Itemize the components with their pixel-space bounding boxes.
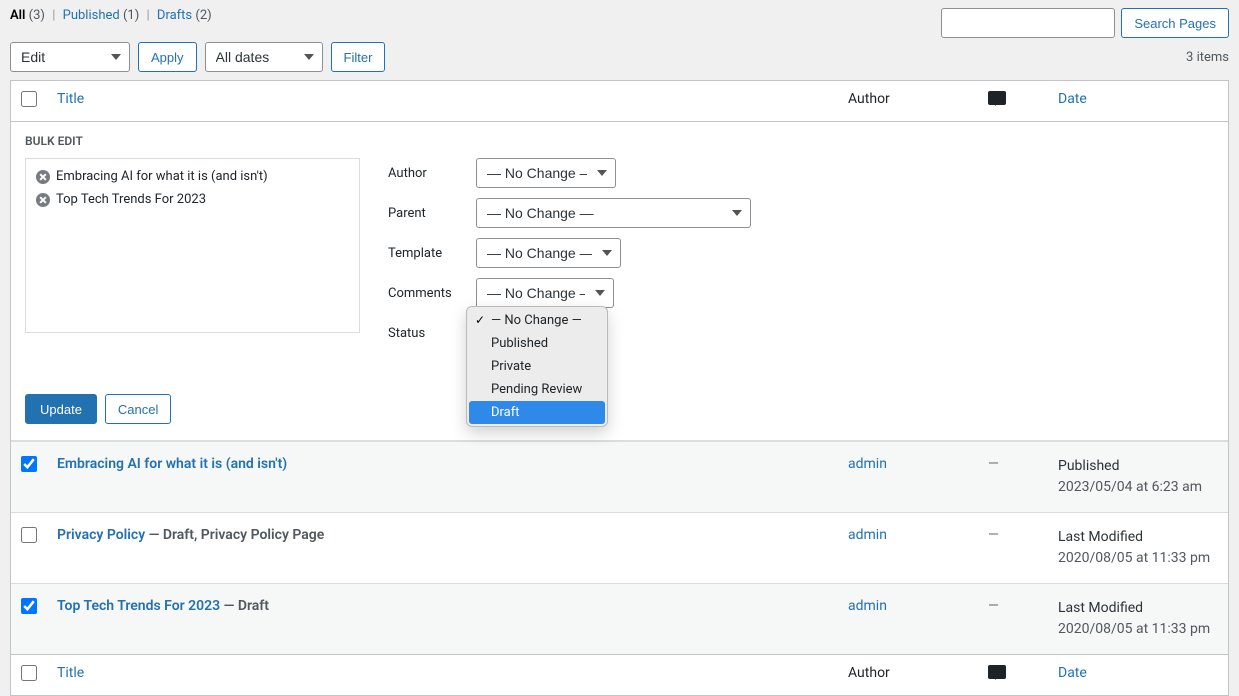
author-select[interactable]: — No Change —: [476, 158, 616, 188]
row-date-value: 2020/08/05 at 11:33 pm: [1058, 619, 1218, 640]
row-comments: —: [988, 598, 999, 614]
row-checkbox[interactable]: [21, 456, 37, 472]
bulk-item: Top Tech Trends For 2023: [26, 188, 359, 211]
row-date-status: Last Modified: [1058, 527, 1218, 548]
col-author: Author: [838, 81, 978, 122]
row-comments: —: [988, 456, 999, 472]
bulk-edit-heading: BULK EDIT: [25, 134, 1214, 148]
view-all-count: (3): [29, 8, 45, 23]
bulk-item-title: Embracing AI for what it is (and isn't): [56, 169, 268, 184]
date-filter-select[interactable]: All dates: [205, 42, 323, 72]
view-published[interactable]: Published: [63, 8, 120, 23]
status-option[interactable]: Published: [469, 332, 605, 355]
col-author-bottom: Author: [838, 655, 978, 696]
remove-icon[interactable]: [36, 193, 50, 207]
row-author-link[interactable]: admin: [848, 456, 887, 472]
select-all-checkbox-bottom[interactable]: [21, 665, 37, 681]
status-option[interactable]: Draft: [469, 401, 605, 424]
col-date[interactable]: Date: [1058, 91, 1087, 107]
table-row: Top Tech Trends For 2023 — Draftadmin—La…: [11, 584, 1228, 655]
row-title-link[interactable]: Top Tech Trends For 2023: [57, 598, 220, 614]
row-state: — Draft: [220, 598, 269, 614]
parent-select[interactable]: — No Change —: [476, 198, 751, 228]
comments-select[interactable]: — No Change —: [476, 278, 614, 308]
status-dropdown[interactable]: — No Change —PublishedPrivatePending Rev…: [466, 306, 608, 427]
row-state: — Draft, Privacy Policy Page: [145, 527, 324, 543]
col-date-bottom[interactable]: Date: [1058, 665, 1087, 681]
row-author-link[interactable]: admin: [848, 598, 887, 614]
author-label: Author: [388, 166, 456, 181]
items-count: 3 items: [1186, 50, 1229, 65]
view-filters: All (3) | Published (1) | Drafts (2): [10, 8, 212, 23]
template-select[interactable]: — No Change —: [476, 238, 621, 268]
search-pages-button[interactable]: Search Pages: [1121, 8, 1229, 38]
row-date-value: 2023/05/04 at 6:23 am: [1058, 477, 1218, 498]
view-drafts-count: (2): [195, 8, 211, 23]
search-input[interactable]: [941, 8, 1115, 38]
status-option[interactable]: Private: [469, 355, 605, 378]
update-button[interactable]: Update: [25, 394, 97, 424]
remove-icon[interactable]: [36, 170, 50, 184]
template-label: Template: [388, 246, 456, 261]
row-comments: —: [988, 527, 999, 543]
table-row: Embracing AI for what it is (and isn't) a…: [11, 442, 1228, 513]
select-all-checkbox[interactable]: [21, 91, 37, 107]
table-row: Privacy Policy — Draft, Privacy Policy P…: [11, 513, 1228, 584]
apply-button[interactable]: Apply: [138, 42, 197, 72]
status-label: Status: [388, 326, 456, 341]
row-title-link[interactable]: Privacy Policy: [57, 527, 145, 543]
status-option[interactable]: Pending Review: [469, 378, 605, 401]
row-checkbox[interactable]: [21, 598, 37, 614]
bulk-items-list: Embracing AI for what it is (and isn't) T…: [25, 158, 360, 333]
filter-button[interactable]: Filter: [331, 42, 386, 72]
parent-label: Parent: [388, 206, 456, 221]
bulk-action-select[interactable]: Edit: [10, 42, 130, 72]
comments-icon: [988, 91, 1006, 105]
cancel-button[interactable]: Cancel: [105, 394, 171, 424]
view-published-count: (1): [123, 8, 139, 23]
col-title[interactable]: Title: [57, 91, 84, 107]
bulk-item: Embracing AI for what it is (and isn't): [26, 165, 359, 188]
status-option[interactable]: — No Change —: [469, 309, 605, 332]
view-drafts[interactable]: Drafts: [157, 8, 192, 23]
view-all[interactable]: All: [10, 8, 25, 23]
comments-icon: [988, 665, 1006, 679]
row-checkbox[interactable]: [21, 527, 37, 543]
row-date-value: 2020/08/05 at 11:33 pm: [1058, 548, 1218, 569]
row-author-link[interactable]: admin: [848, 527, 887, 543]
comments-label: Comments: [388, 286, 456, 301]
row-date-status: Published: [1058, 456, 1218, 477]
row-title-link[interactable]: Embracing AI for what it is (and isn't): [57, 456, 287, 472]
bulk-item-title: Top Tech Trends For 2023: [56, 192, 206, 207]
col-title-bottom[interactable]: Title: [57, 665, 84, 681]
bulk-edit-panel: BULK EDIT Embracing AI for what it is (a…: [11, 122, 1228, 441]
